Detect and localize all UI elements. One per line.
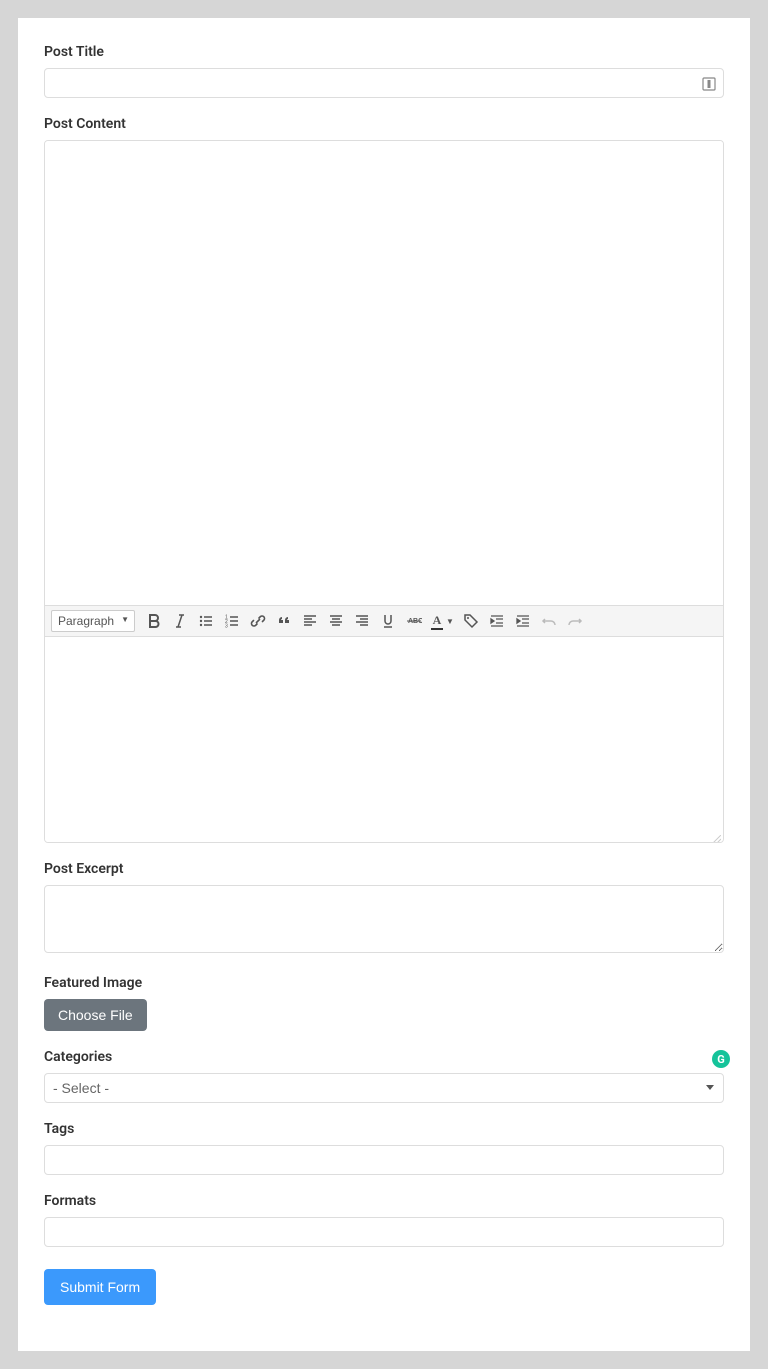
numbered-list-button[interactable]: 123	[221, 610, 243, 632]
bullet-list-button[interactable]	[195, 610, 217, 632]
choose-file-button[interactable]: Choose File	[44, 999, 147, 1031]
lastpass-icon	[702, 76, 716, 90]
post-title-field: Post Title	[44, 44, 724, 98]
indent-button[interactable]	[512, 610, 534, 632]
tags-label: Tags	[44, 1121, 724, 1137]
blockquote-button[interactable]	[273, 610, 295, 632]
post-title-label: Post Title	[44, 44, 724, 60]
featured-image-label: Featured Image	[44, 975, 724, 991]
tags-field: Tags	[44, 1121, 724, 1175]
post-excerpt-label: Post Excerpt	[44, 861, 724, 877]
post-title-input-wrap	[44, 68, 724, 98]
post-content-label: Post Content	[44, 116, 724, 132]
strikethrough-button[interactable]: ABC	[403, 610, 425, 632]
grammarly-icon[interactable]: G	[712, 1050, 730, 1068]
rich-editor: Paragraph 123	[44, 140, 724, 843]
align-left-button[interactable]	[299, 610, 321, 632]
align-center-button[interactable]	[325, 610, 347, 632]
post-content-field: Post Content Paragraph	[44, 116, 724, 843]
post-form: Post Title Post Content Paragraph	[18, 18, 750, 1351]
post-excerpt-field: Post Excerpt	[44, 861, 724, 957]
post-title-input[interactable]	[44, 68, 724, 98]
editor-toolbar: Paragraph 123	[45, 605, 723, 637]
editor-upper-area[interactable]	[45, 141, 723, 605]
resize-handle-icon[interactable]	[711, 830, 721, 840]
format-select-wrap: Paragraph	[51, 610, 135, 632]
format-select[interactable]: Paragraph	[51, 610, 135, 632]
text-color-button[interactable]: A ▼	[429, 610, 456, 632]
categories-select[interactable]: - Select -	[44, 1073, 724, 1103]
underline-button[interactable]	[377, 610, 399, 632]
post-excerpt-input[interactable]	[44, 885, 724, 953]
categories-field: Categories - Select -	[44, 1049, 724, 1103]
svg-text:3: 3	[225, 624, 228, 630]
categories-label: Categories	[44, 1049, 724, 1065]
editor-content-area[interactable]	[45, 637, 723, 842]
link-button[interactable]	[247, 610, 269, 632]
tag-button[interactable]	[460, 610, 482, 632]
undo-button[interactable]	[538, 610, 560, 632]
formats-field: Formats	[44, 1193, 724, 1247]
featured-image-field: Featured Image Choose File	[44, 975, 724, 1031]
outdent-button[interactable]	[486, 610, 508, 632]
redo-button[interactable]	[564, 610, 586, 632]
italic-button[interactable]	[169, 610, 191, 632]
align-right-button[interactable]	[351, 610, 373, 632]
formats-input[interactable]	[44, 1217, 724, 1247]
tags-input[interactable]	[44, 1145, 724, 1175]
formats-label: Formats	[44, 1193, 724, 1209]
bold-button[interactable]	[143, 610, 165, 632]
submit-button[interactable]: Submit Form	[44, 1269, 156, 1305]
